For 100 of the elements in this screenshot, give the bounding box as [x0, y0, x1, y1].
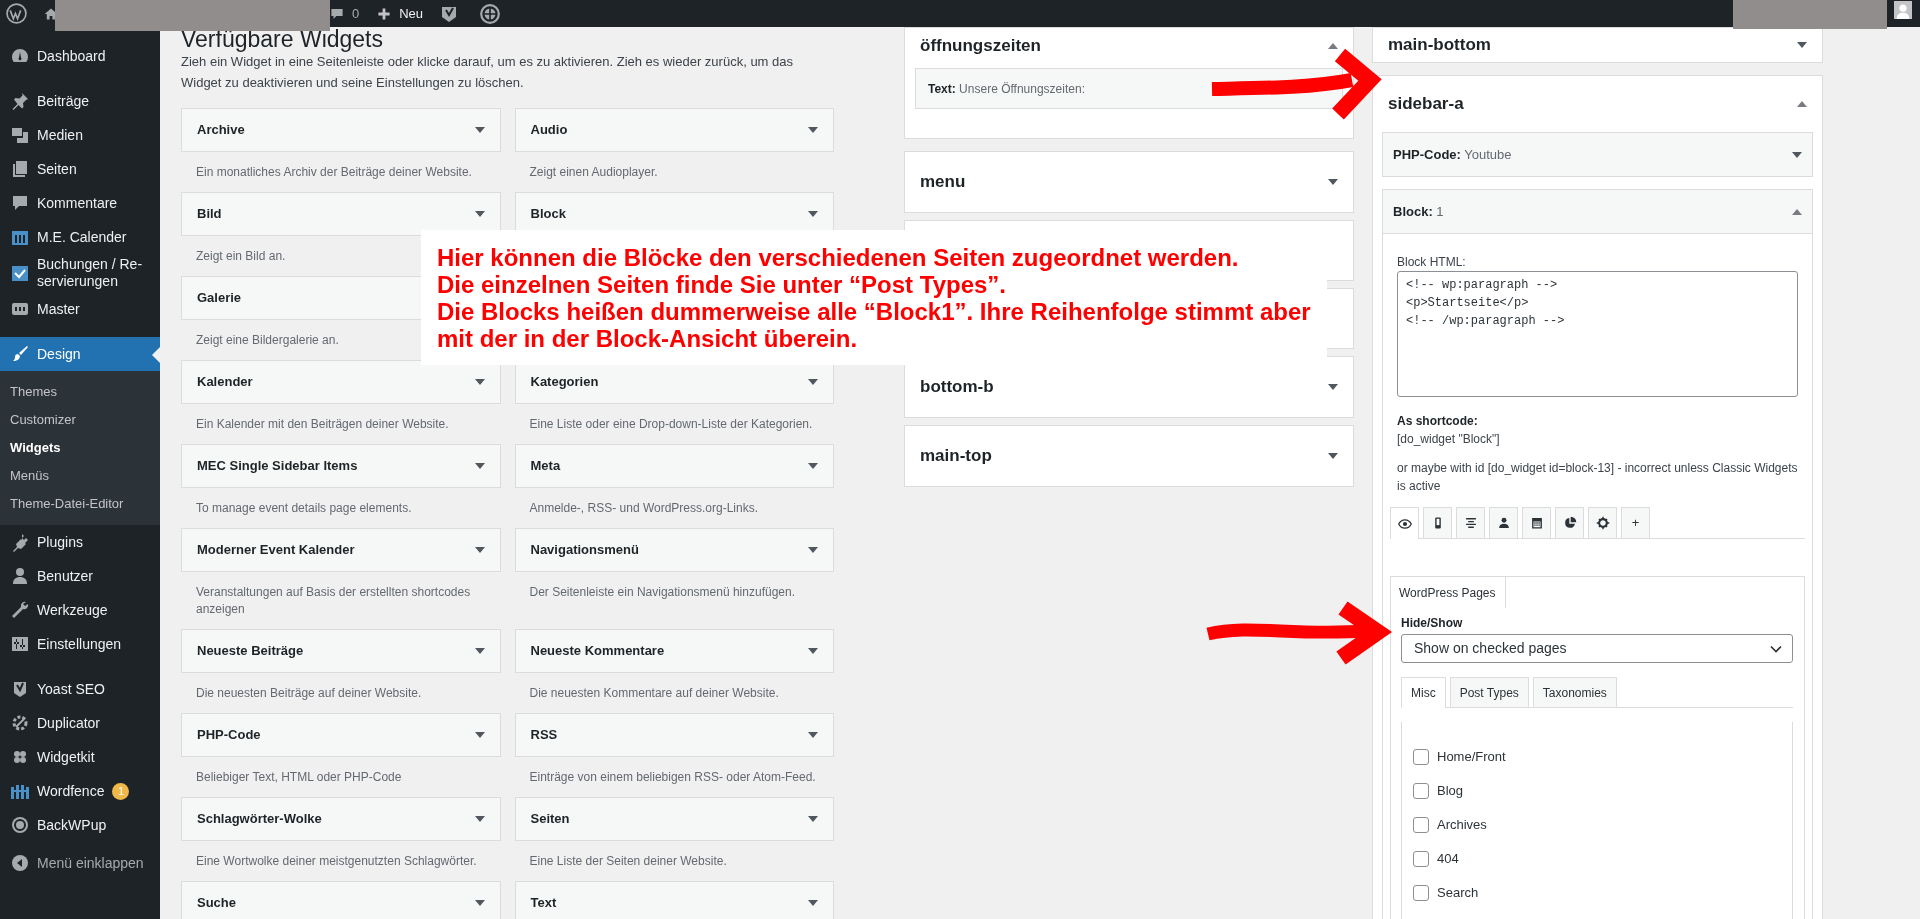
caret-icon[interactable]: [474, 732, 485, 738]
tab[interactable]: +: [1621, 507, 1650, 538]
tab[interactable]: [1423, 507, 1452, 538]
tab[interactable]: [1588, 507, 1617, 538]
widget-item[interactable]: Audio: [514, 108, 834, 152]
tab[interactable]: Misc: [1401, 677, 1446, 708]
menu-item[interactable]: Widgetkit: [0, 740, 160, 774]
tab[interactable]: [1555, 507, 1584, 538]
caret-icon[interactable]: [808, 732, 818, 738]
widget-item[interactable]: Meta: [514, 444, 834, 488]
submenu-item[interactable]: Themes: [0, 378, 160, 406]
checkbox[interactable]: [1413, 851, 1429, 867]
caret-icon[interactable]: [474, 463, 485, 469]
tab[interactable]: WordPress Pages: [1391, 577, 1506, 608]
tab[interactable]: [1489, 507, 1518, 538]
widget-item[interactable]: Neueste Kommentare: [514, 629, 834, 673]
menu-item[interactable]: Plugins: [0, 525, 160, 559]
widget-item[interactable]: Bild: [181, 192, 501, 236]
caret-icon[interactable]: [1792, 151, 1802, 158]
caret-icon[interactable]: [808, 900, 818, 906]
menu-item[interactable]: Buchungen / Re-servierungen: [0, 254, 160, 292]
menu-item[interactable]: Master: [0, 292, 160, 326]
widget-item[interactable]: Navigationsmenü: [514, 528, 834, 572]
caret-icon[interactable]: [474, 211, 485, 217]
caret-icon[interactable]: [1797, 101, 1807, 107]
caret-icon[interactable]: [474, 127, 485, 133]
caret-icon[interactable]: [808, 463, 818, 469]
widget-item[interactable]: Schlagwörter-Wolke: [181, 797, 501, 841]
widget-description: Zeigt ein Bild an.: [196, 248, 286, 265]
menu-item[interactable]: Beiträge: [0, 84, 160, 118]
menu-item[interactable]: M.E. Calender: [0, 220, 160, 254]
pages-icon: [10, 159, 30, 179]
caret-icon[interactable]: [1328, 179, 1338, 185]
caret-icon[interactable]: [1792, 208, 1802, 215]
widget-item[interactable]: Seiten: [514, 797, 834, 841]
widget-item[interactable]: Moderner Event Kalender: [181, 528, 501, 572]
caret-icon[interactable]: [474, 379, 485, 385]
caret-icon[interactable]: [1328, 384, 1338, 390]
logo-icon[interactable]: [6, 3, 27, 24]
menu-item[interactable]: Design: [0, 337, 160, 371]
widget-item[interactable]: PHP-Code: [181, 713, 501, 757]
widget-title: Neueste Beiträge: [197, 642, 304, 661]
widget-item[interactable]: Archive: [181, 108, 501, 152]
globe-icon[interactable]: [479, 2, 502, 25]
widget-header[interactable]: Block: 1: [1383, 190, 1812, 233]
caret-icon[interactable]: [808, 648, 818, 654]
widget-item[interactable]: RSS: [514, 713, 834, 757]
caret-icon[interactable]: [474, 648, 485, 654]
comment-icon[interactable]: [330, 6, 344, 21]
widget-item[interactable]: Kalender: [181, 360, 501, 404]
collapse-menu-button[interactable]: Menü einklappen: [0, 846, 160, 880]
tab[interactable]: [1522, 507, 1551, 538]
caret-icon[interactable]: [808, 127, 818, 133]
tab[interactable]: Taxonomies: [1532, 677, 1617, 707]
caret-icon[interactable]: [1328, 453, 1338, 459]
caret-icon[interactable]: [474, 816, 485, 822]
menu-item[interactable]: Yoast SEO: [0, 672, 160, 706]
menu-item[interactable]: Kommentare: [0, 186, 160, 220]
tab[interactable]: [1390, 507, 1419, 539]
caret-icon[interactable]: [1797, 42, 1807, 48]
widget-item[interactable]: Text: [514, 881, 834, 919]
caret-icon[interactable]: [808, 816, 818, 822]
checkbox[interactable]: [1413, 749, 1429, 765]
caret-icon[interactable]: [808, 211, 818, 217]
menu-item[interactable]: Wordfence 1: [0, 774, 160, 808]
submenu-item[interactable]: Theme-Datei-Editor: [0, 490, 160, 518]
widget-description: Die neuesten Kommentare auf deiner Website.: [529, 685, 779, 702]
wrench-icon: [10, 600, 30, 620]
home-icon[interactable]: [44, 6, 58, 21]
code-field[interactable]: <!-- wp:paragraph --> <p>Startseite</p> <!-- /wp:paragraph -->: [1397, 271, 1798, 397]
submenu-item[interactable]: Widgets: [0, 434, 160, 462]
widget-header[interactable]: PHP-Code: Youtube: [1383, 133, 1812, 176]
widget-item[interactable]: Suche: [181, 881, 501, 919]
menu-item[interactable]: Werkzeuge: [0, 593, 160, 627]
menu-item[interactable]: Duplicator: [0, 706, 160, 740]
caret-icon[interactable]: [1328, 42, 1338, 49]
submenu-item[interactable]: Customizer: [0, 406, 160, 434]
caret-icon[interactable]: [474, 900, 485, 906]
checkbox[interactable]: [1413, 817, 1429, 833]
caret-icon[interactable]: [474, 547, 485, 553]
widget-item[interactable]: Neueste Beiträge: [181, 629, 501, 673]
new-link[interactable]: Neu: [377, 3, 424, 24]
checkbox[interactable]: [1413, 885, 1429, 901]
submenu-item[interactable]: Menüs: [0, 462, 160, 490]
tab[interactable]: [1456, 507, 1485, 538]
tab[interactable]: Post Types: [1449, 677, 1529, 707]
checkbox[interactable]: [1413, 783, 1429, 799]
field-label: As shortcode:: [1397, 413, 1479, 430]
menu-item[interactable]: Benutzer: [0, 559, 160, 593]
menu-item[interactable]: Medien: [0, 118, 160, 152]
comment-count[interactable]: 0: [352, 3, 360, 24]
caret-icon[interactable]: [808, 547, 818, 553]
menu-item[interactable]: BackWPup: [0, 808, 160, 842]
menu-item[interactable]: Dashboard: [0, 39, 160, 73]
widget-item[interactable]: MEC Single Sidebar Items: [181, 444, 501, 488]
widget-description: Eine Liste oder eine Drop-down-Liste der Kategorien.: [529, 416, 813, 433]
menu-item[interactable]: Seiten: [0, 152, 160, 186]
menu-item[interactable]: Einstellungen: [0, 627, 160, 661]
select-field[interactable]: Show on checked pages: [1401, 634, 1793, 663]
caret-icon[interactable]: [808, 379, 818, 385]
